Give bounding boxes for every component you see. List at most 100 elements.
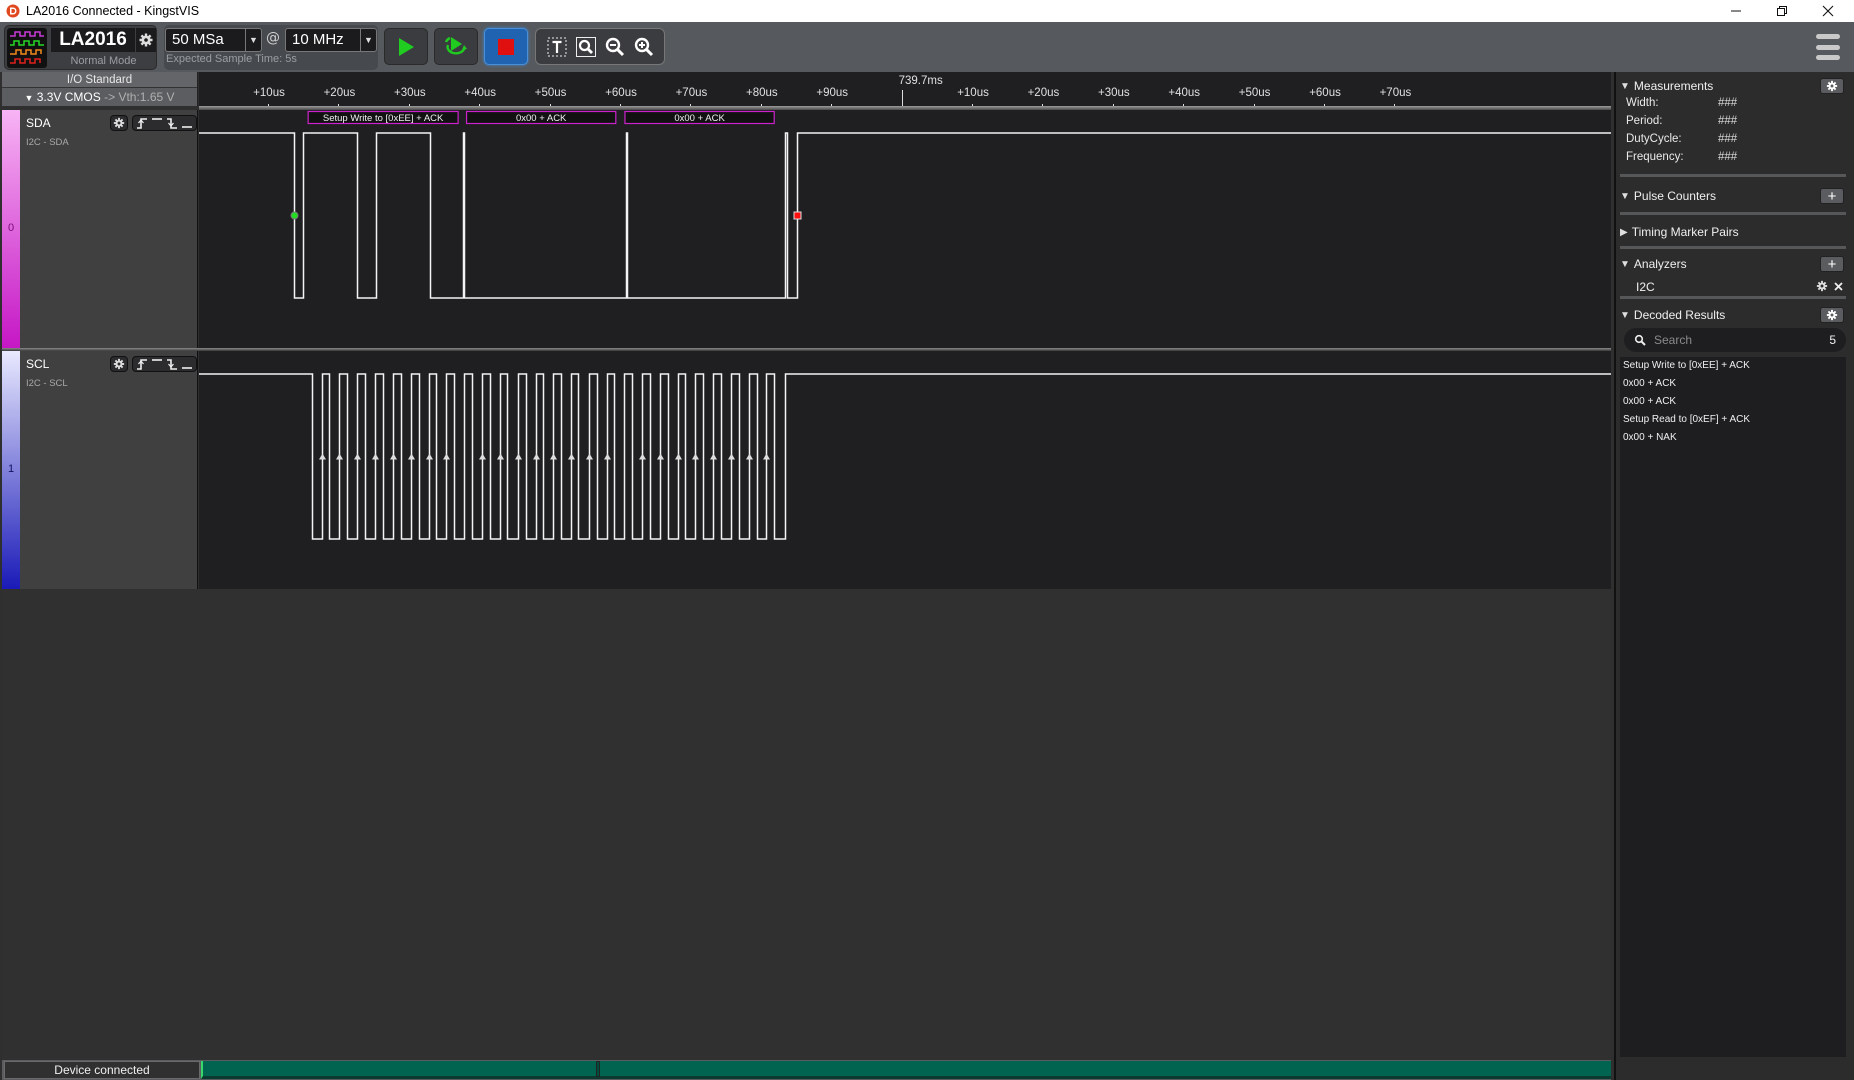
search-placeholder: Search <box>1654 333 1693 347</box>
high-level-trigger-icon[interactable] <box>151 117 163 129</box>
measurement-value: ### <box>1718 133 1738 145</box>
hamburger-menu-icon[interactable] <box>1816 34 1840 60</box>
decoded-result-item[interactable]: 0x00 + NAK <box>1620 429 1846 447</box>
zoom-tools <box>535 28 665 65</box>
sample-arrow-icon <box>710 453 717 460</box>
results-count: 5 <box>1829 333 1836 347</box>
pulse-counters-header[interactable]: ▼ Pulse Counters + <box>1620 186 1846 206</box>
section-title: Timing Marker Pairs <box>1631 225 1739 239</box>
horizontal-scrollbar[interactable] <box>201 1061 1611 1079</box>
section-title: Analyzers <box>1633 257 1687 271</box>
ruler-tick-label: +90us <box>816 87 849 99</box>
zoom-box-button[interactable] <box>573 34 599 60</box>
high-level-trigger-icon[interactable] <box>151 358 163 370</box>
section-title: Decoded Results <box>1633 308 1726 322</box>
measurements-header[interactable]: ▼ Measurements <box>1620 76 1846 96</box>
minimize-button[interactable] <box>1714 0 1758 22</box>
gear-icon <box>113 358 125 370</box>
app-logo-icon <box>6 4 20 18</box>
stop-icon <box>498 38 514 55</box>
sda-waveform-area[interactable]: Setup Write to [0xEE] + ACK 0x00 + ACK 0x0… <box>199 110 1611 348</box>
close-button[interactable] <box>1806 0 1850 22</box>
channel-name[interactable]: SDA <box>26 116 51 130</box>
ruler-tick-label: +40us <box>1168 87 1201 99</box>
vth-value: -> Vth:1.65 V <box>104 90 175 104</box>
falling-edge-trigger-icon[interactable] <box>166 358 178 370</box>
right-panel: ▼ Measurements Width: ### Period: ### Du… <box>1614 72 1854 1080</box>
sample-rate-value: 10 MHz <box>292 31 344 48</box>
section-title: Pulse Counters <box>1633 189 1716 203</box>
ruler-tick-label: +80us <box>745 87 778 99</box>
channel-name[interactable]: SCL <box>26 357 49 371</box>
falling-edge-trigger-icon[interactable] <box>166 117 178 129</box>
add-analyzer-button[interactable]: + <box>1820 256 1844 273</box>
zoom-in-button[interactable] <box>631 34 657 60</box>
ruler-tick-label: +30us <box>1097 87 1130 99</box>
timing-marker-pairs-header[interactable]: ▶ Timing Marker Pairs <box>1620 222 1846 242</box>
decoded-search-input[interactable]: Search 5 <box>1624 328 1846 352</box>
search-icon <box>1634 334 1646 346</box>
decoded-result-item[interactable]: 0x00 + ACK <box>1620 393 1846 411</box>
sample-arrow-icon <box>354 453 361 460</box>
sda-signal-trace[interactable] <box>199 132 1611 299</box>
low-level-trigger-icon[interactable] <box>181 358 193 370</box>
scrollbar-thumb[interactable] <box>596 1061 600 1077</box>
text-select-icon <box>547 37 566 56</box>
decoded-result-item[interactable]: Setup Read to [0xEF] + ACK <box>1620 411 1846 429</box>
analyzer-settings-button[interactable] <box>1816 277 1828 296</box>
sample-arrow-icon <box>639 453 646 460</box>
close-icon <box>1834 282 1843 291</box>
decoded-result-item[interactable]: 0x00 + ACK <box>1620 375 1846 393</box>
loop-play-icon <box>444 36 467 54</box>
measurement-value: ### <box>1718 151 1738 163</box>
text-select-button[interactable] <box>544 34 570 60</box>
stop-button[interactable] <box>484 28 528 65</box>
low-level-trigger-icon[interactable] <box>181 117 193 129</box>
channel-analyzer-label: I2C - SDA <box>26 137 69 148</box>
device-settings-button[interactable] <box>136 28 156 52</box>
sample-arrow-icon <box>675 453 682 460</box>
decoded-results-header[interactable]: ▼ Decoded Results <box>1620 305 1846 325</box>
channel-settings-button[interactable] <box>110 115 128 131</box>
sample-arrow-icon <box>319 453 326 460</box>
device-panel: LA2016 Normal Mode <box>4 25 157 70</box>
sample-arrow-icon <box>479 453 486 460</box>
sample-depth-select[interactable]: 50 MSa ▼ <box>165 28 262 52</box>
section-divider <box>1620 174 1846 177</box>
analyzer-item[interactable]: I2C <box>1636 276 1846 294</box>
sample-rate-select[interactable]: 10 MHz ▼ <box>285 28 377 52</box>
measurement-label: Period: <box>1626 115 1663 127</box>
measurements-settings-button[interactable] <box>1820 78 1844 94</box>
channel-index: 1 <box>8 463 15 475</box>
ruler-tick-label: +30us <box>393 87 426 99</box>
start-condition-marker <box>290 211 299 220</box>
ruler-tick-label: +10us <box>957 87 989 99</box>
zoom-out-button[interactable] <box>602 34 628 60</box>
section-divider <box>1620 296 1846 299</box>
decoded-results-settings-button[interactable] <box>1820 307 1844 323</box>
io-standard-select[interactable]: ▼ 3.3V CMOS -> Vth:1.65 V <box>2 88 197 106</box>
channel-settings-button[interactable] <box>110 356 128 372</box>
trigger-selector <box>132 356 197 372</box>
sample-arrow-icon <box>692 453 699 460</box>
reference-time-label: 739.7ms <box>898 75 943 87</box>
remove-analyzer-button[interactable] <box>1833 277 1844 296</box>
decoded-result-item[interactable]: Setup Write to [0xEE] + ACK <box>1620 357 1846 375</box>
analyzers-header[interactable]: ▼ Analyzers + <box>1620 254 1846 274</box>
title-bar: LA2016 Connected - KingstVIS <box>0 0 1854 22</box>
rising-edge-trigger-icon[interactable] <box>136 358 148 370</box>
ruler-tick-label: +50us <box>534 87 567 99</box>
scl-waveform-area[interactable] <box>199 351 1611 589</box>
time-ruler[interactable]: +10us +20us +30us +40us +50us +60us +70us +80us… <box>199 72 1611 111</box>
chevron-down-icon: ▼ <box>245 29 261 51</box>
rising-edge-trigger-icon[interactable] <box>136 117 148 129</box>
triangle-down-icon: ▼ <box>1620 80 1630 92</box>
io-standard-value: 3.3V CMOS <box>36 90 101 104</box>
decoded-results-list[interactable]: Setup Write to [0xEE] + ACK 0x00 + ACK 0… <box>1620 357 1846 1057</box>
start-button[interactable] <box>384 28 428 65</box>
add-pulse-counter-button[interactable]: + <box>1820 188 1844 205</box>
restore-button[interactable] <box>1760 0 1804 22</box>
sample-arrow-icon <box>497 453 504 460</box>
sample-arrow-icon <box>728 453 735 460</box>
loop-start-button[interactable] <box>434 28 478 65</box>
